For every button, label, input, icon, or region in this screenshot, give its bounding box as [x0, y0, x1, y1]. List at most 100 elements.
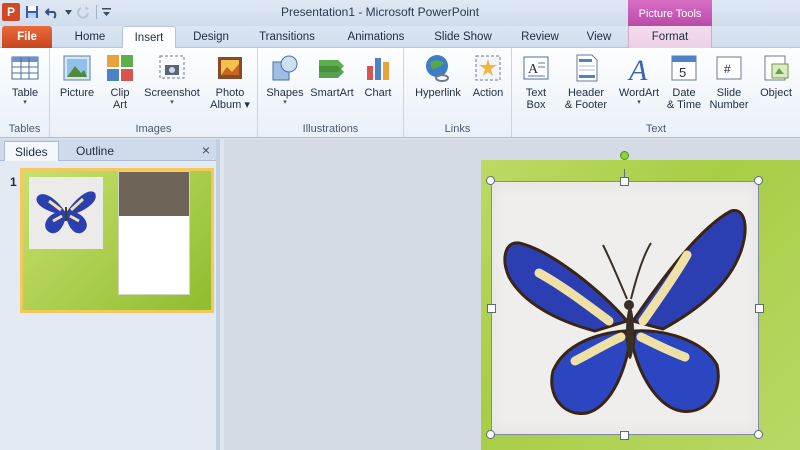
header-footer-label-2: & Footer — [564, 99, 608, 111]
object-button[interactable]: Object — [754, 52, 798, 99]
tab-animations[interactable]: Animations — [334, 26, 418, 48]
group-tables-label: Tables — [8, 123, 41, 135]
text-box-label-2: Box — [526, 99, 546, 111]
thumbnail-brown-band — [119, 172, 189, 216]
hyperlink-label: Hyperlink — [415, 87, 461, 99]
resize-handle-bottom[interactable] — [620, 431, 629, 440]
slides-pane: Slides Outline × 1 — [0, 139, 220, 450]
header-footer-label-1: Header — [567, 87, 605, 99]
tab-outline[interactable]: Outline — [66, 141, 124, 161]
wordart-button[interactable]: A WordArt ▾ — [614, 52, 664, 107]
shapes-button[interactable]: Shapes ▾ — [262, 52, 308, 107]
text-box-icon: A — [523, 56, 549, 80]
tab-home[interactable]: Home — [62, 26, 118, 48]
picture-icon — [63, 55, 91, 81]
screenshot-label: Screenshot — [144, 87, 200, 99]
tab-design[interactable]: Design — [182, 26, 240, 48]
header-footer-icon — [576, 54, 598, 82]
hyperlink-icon — [426, 55, 449, 82]
slide-number-label-2: Number — [709, 99, 749, 111]
screenshot-icon — [159, 55, 185, 79]
header-footer-button[interactable]: Header & Footer — [558, 52, 614, 111]
chart-button[interactable]: Chart — [358, 52, 398, 99]
tab-view[interactable]: View — [576, 26, 622, 48]
photo-album-icon — [218, 57, 242, 79]
tab-file[interactable]: File — [2, 26, 52, 48]
clip-art-label-2: Art — [112, 99, 128, 111]
date-time-button[interactable]: 5 Date & Time — [664, 52, 704, 111]
shapes-dropdown-arrow: ▾ — [283, 99, 287, 106]
wordart-icon: A — [627, 54, 648, 84]
smartart-button[interactable]: SmartArt — [308, 52, 356, 99]
date-time-label-1: Date — [672, 87, 696, 99]
tab-insert[interactable]: Insert — [122, 26, 176, 49]
photo-album-label-1: Photo — [215, 87, 245, 99]
wordart-label: WordArt — [618, 87, 660, 99]
clip-art-icon — [107, 55, 133, 81]
thumbnail-butterfly-picture — [29, 177, 103, 249]
close-pane-icon[interactable]: × — [202, 142, 210, 158]
shapes-label: Shapes — [266, 87, 304, 99]
screenshot-button[interactable]: Screenshot ▾ — [140, 52, 204, 107]
slide-editing-area[interactable] — [224, 139, 800, 450]
action-button[interactable]: Action — [468, 52, 508, 99]
group-images: Picture Clip Art Screenshot ▾ Photo Albu… — [50, 48, 258, 137]
photo-album-button[interactable]: Photo Album ▾ — [206, 52, 254, 111]
tab-review[interactable]: Review — [508, 26, 572, 48]
hyperlink-button[interactable]: Hyperlink — [408, 52, 468, 99]
thumbnail-text-placeholder — [118, 171, 190, 295]
shapes-icon — [272, 55, 298, 81]
text-box-label-1: Text — [525, 87, 547, 99]
picture-label: Picture — [59, 87, 95, 99]
group-images-label: Images — [135, 123, 172, 135]
tab-slides[interactable]: Slides — [4, 141, 59, 161]
resize-handle-left[interactable] — [487, 304, 496, 313]
thumbnail-butterfly-icon — [36, 191, 96, 234]
group-links: Hyperlink Action Links — [404, 48, 512, 137]
resize-handle-bottom-left[interactable] — [486, 430, 495, 439]
tab-transitions[interactable]: Transitions — [246, 26, 328, 48]
date-time-label-2: & Time — [666, 99, 702, 111]
slide-number-button[interactable]: # Slide Number — [706, 52, 752, 111]
group-illustrations: Shapes ▾ SmartArt Chart Illustrations — [258, 48, 404, 137]
svg-text:#: # — [724, 62, 731, 76]
tab-slide-show[interactable]: Slide Show — [424, 26, 502, 48]
object-label: Object — [760, 87, 792, 99]
picture-button[interactable]: Picture — [54, 52, 100, 99]
smartart-label: SmartArt — [310, 87, 354, 99]
rotation-handle[interactable] — [620, 151, 629, 160]
action-icon — [475, 55, 501, 81]
smartart-icon — [319, 60, 344, 78]
table-dropdown-arrow: ▾ — [23, 99, 27, 106]
slide-thumbnail[interactable] — [20, 168, 214, 313]
slide-thumbnail-number: 1 — [10, 175, 17, 189]
clip-art-button[interactable]: Clip Art — [102, 52, 138, 111]
resize-handle-top-right[interactable] — [754, 176, 763, 185]
svg-text:5: 5 — [679, 65, 686, 80]
table-label: Table — [11, 87, 39, 99]
ribbon: Table ▾ Tables Picture Clip Art Screensh… — [0, 48, 800, 138]
svg-text:A: A — [627, 54, 648, 84]
resize-handle-right[interactable] — [755, 304, 764, 313]
tab-format[interactable]: Format — [628, 26, 712, 48]
group-tables: Table ▾ Tables — [0, 48, 50, 137]
table-icon — [11, 56, 39, 80]
clip-art-label-1: Clip — [110, 87, 130, 99]
slide-number-label-1: Slide — [716, 87, 742, 99]
action-label: Action — [472, 87, 504, 99]
chart-icon — [367, 58, 389, 80]
group-text: A Text Box Header & Footer A WordArt ▾ 5… — [512, 48, 800, 137]
photo-album-label-2: Album ▾ — [210, 99, 250, 111]
picture-selection-frame — [491, 181, 759, 435]
text-box-button[interactable]: A Text Box — [516, 52, 556, 111]
slide-number-icon: # — [716, 56, 742, 80]
object-icon — [764, 55, 789, 81]
resize-handle-top-left[interactable] — [486, 176, 495, 185]
table-button[interactable]: Table ▾ — [4, 52, 46, 107]
resize-handle-top[interactable] — [620, 177, 629, 186]
date-time-icon: 5 — [671, 55, 697, 81]
resize-handle-bottom-right[interactable] — [754, 430, 763, 439]
group-text-label: Text — [645, 123, 667, 135]
wordart-dropdown-arrow: ▾ — [637, 99, 641, 106]
svg-text:A: A — [528, 62, 539, 77]
